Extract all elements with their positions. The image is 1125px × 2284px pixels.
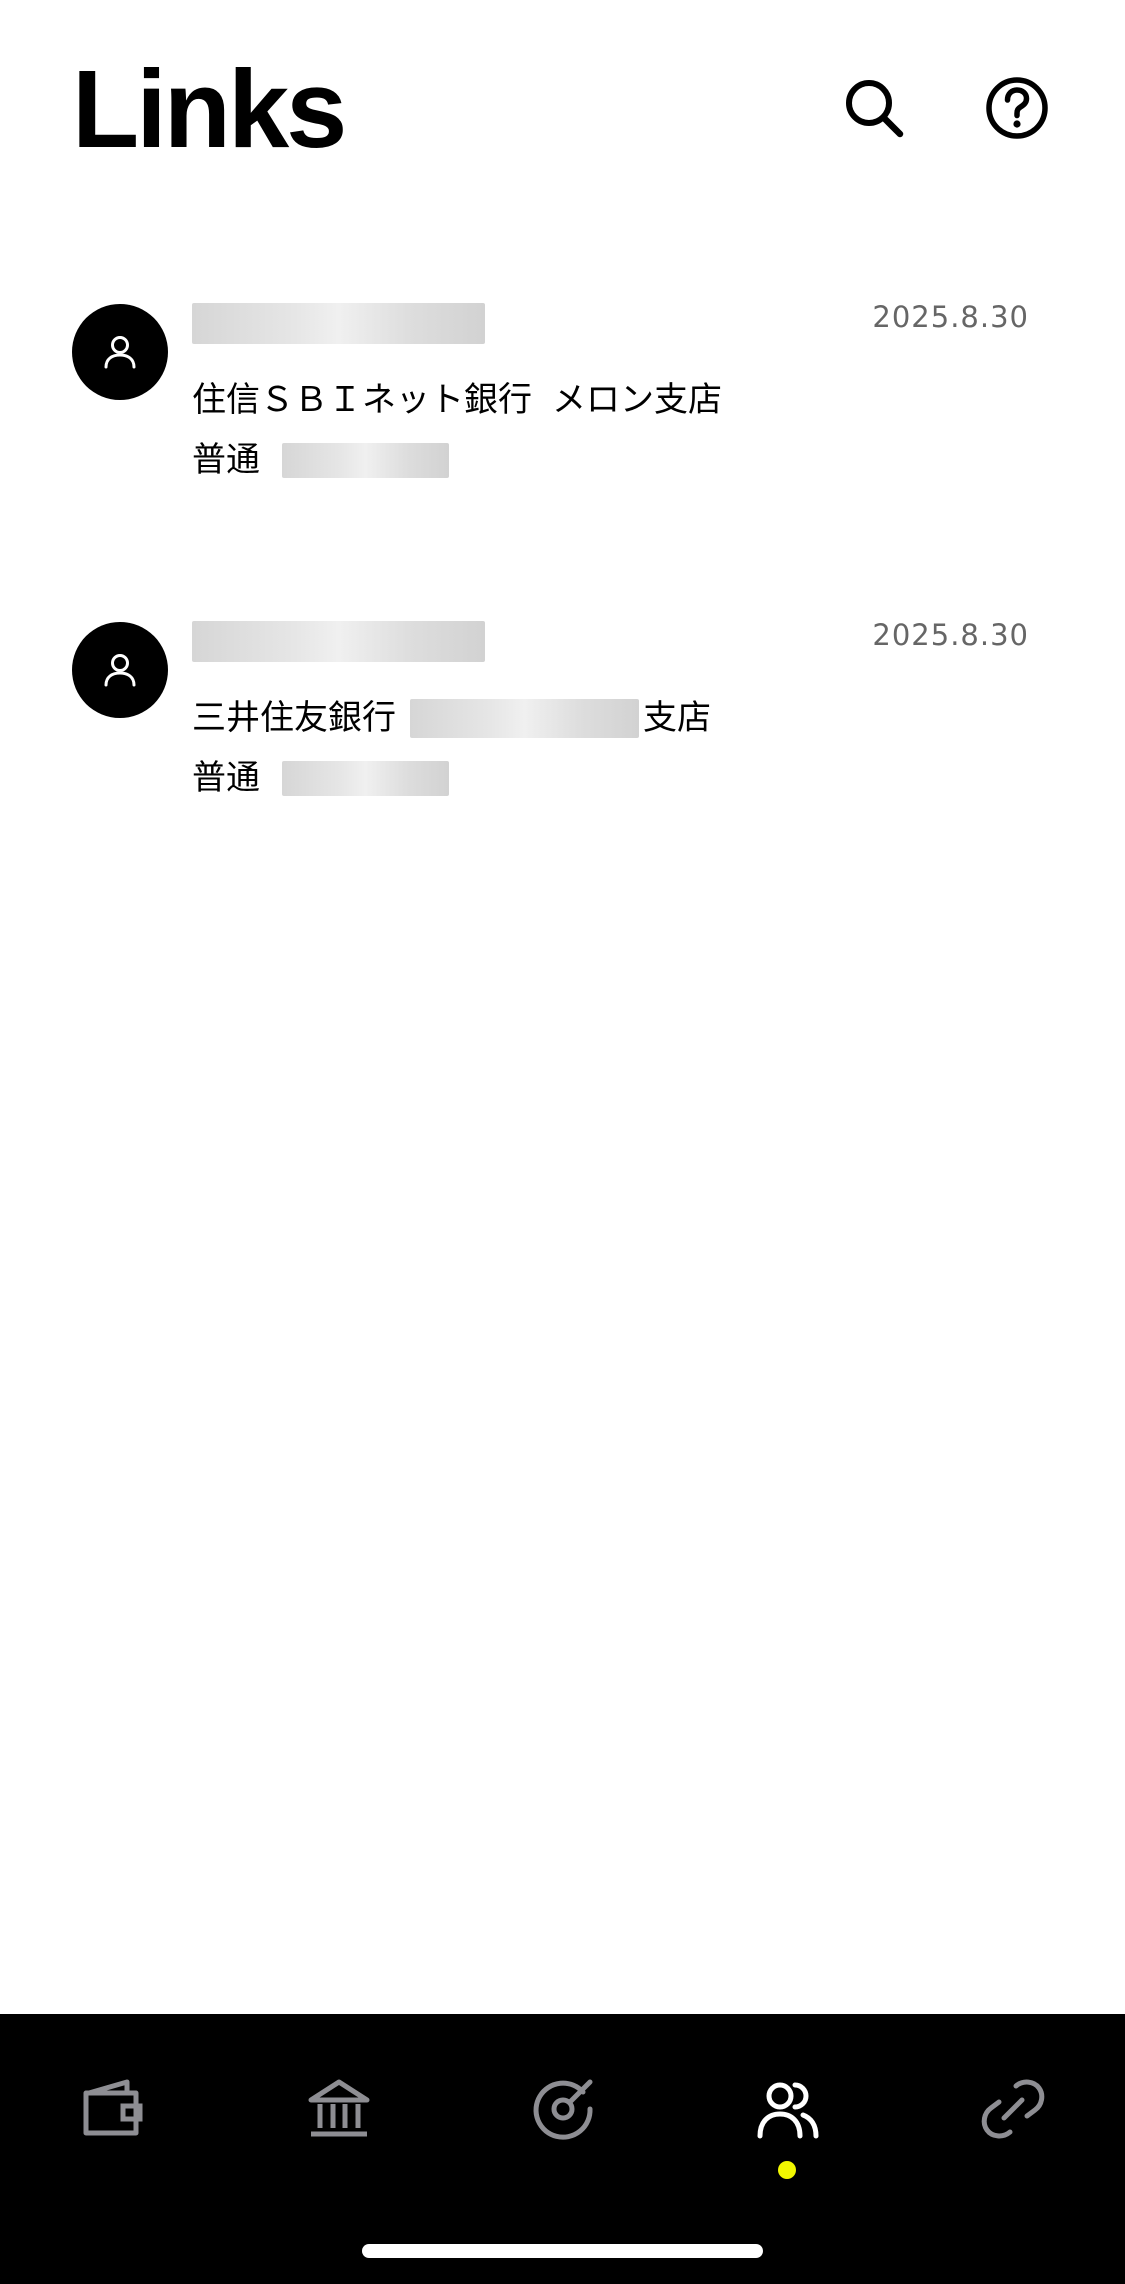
bank-name: 住信ＳＢＩネット銀行 [192,380,532,420]
redacted-account-number [282,760,449,796]
avatar [72,304,168,400]
bank-info: 三井住友銀行 支店 [192,696,711,740]
help-icon [986,77,1048,139]
bank-icon [308,2079,370,2137]
target-icon [533,2079,593,2140]
active-tab-indicator [778,2161,796,2179]
user-icon [104,654,136,687]
page-title: Links [72,48,347,171]
branch-name: メロン支店 [552,380,722,420]
account-type: 普通 [192,440,260,480]
redacted-branch [410,698,639,738]
branch-suffix: 支店 [643,698,711,738]
account-info: 普通 [192,438,449,482]
tab-bank[interactable] [294,2064,384,2154]
account-type: 普通 [192,758,260,798]
redacted-account-number [282,442,449,478]
list-item[interactable]: 2025.8.30 三井住友銀行 支店 普通 [0,598,1125,916]
bank-info: 住信ＳＢＩネット銀行 メロン支店 [192,378,722,422]
link-icon [981,2079,1045,2139]
user-icon [104,336,136,369]
account-info: 普通 [192,756,449,800]
link-date: 2025.8.30 [872,618,1029,652]
tab-wallet[interactable] [68,2064,158,2154]
users-icon [757,2082,819,2139]
link-list: 2025.8.30 住信ＳＢＩネット銀行 メロン支店 普通 2025.8.30 … [0,280,1125,916]
list-item[interactable]: 2025.8.30 住信ＳＢＩネット銀行 メロン支店 普通 [0,280,1125,598]
help-button[interactable] [979,70,1055,146]
search-button[interactable] [836,70,912,146]
tab-bar [0,2014,1125,2284]
bank-name: 三井住友銀行 [192,698,396,738]
redacted-name [192,303,485,344]
tab-links[interactable] [743,2064,833,2154]
link-date: 2025.8.30 [872,300,1029,334]
tab-target[interactable] [518,2064,608,2154]
tab-connect[interactable] [968,2064,1058,2154]
redacted-name [192,621,485,662]
search-icon [846,80,904,138]
avatar [72,622,168,718]
header: Links [0,0,1125,220]
wallet-icon [83,2079,143,2136]
home-indicator[interactable] [362,2244,763,2258]
